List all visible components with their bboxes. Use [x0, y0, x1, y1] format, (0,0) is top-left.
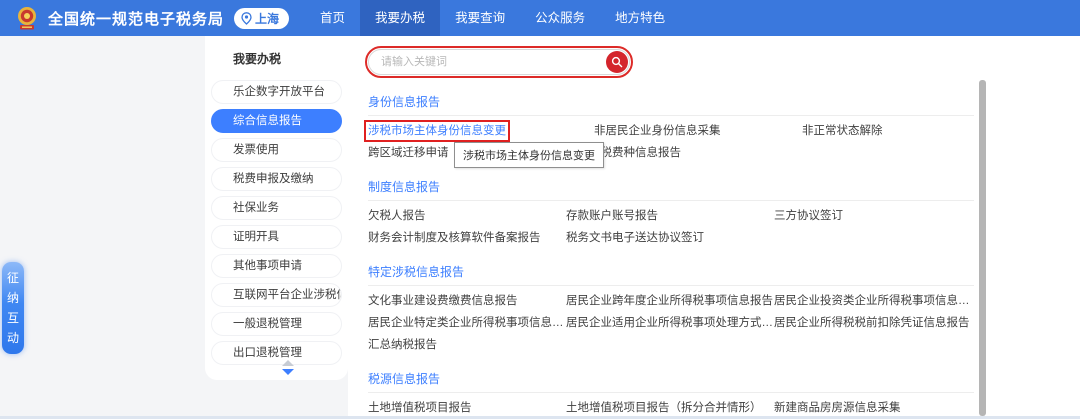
service-link[interactable]: 欠税人报告	[368, 209, 566, 223]
service-link[interactable]: 非正常状态解除	[802, 124, 974, 138]
sidebar-item-other-matters[interactable]: 其他事项申请	[211, 254, 342, 278]
section-title: 税源信息报告	[368, 373, 974, 386]
side-tab-char: 动	[7, 328, 19, 348]
service-link[interactable]: 三方协议签订	[774, 209, 974, 223]
chevron-up-icon	[282, 360, 294, 366]
sidebar-menu: 我要办税 乐企数字开放平台 综合信息报告 发票使用 税费申报及缴纳 社保业务 证…	[205, 36, 348, 380]
section-tax-source-info: 税源信息报告 土地增值税项目报告 土地增值税项目报告（拆分合并情形） 新建商品房…	[368, 373, 974, 419]
search-icon	[611, 56, 623, 68]
interaction-side-tab[interactable]: 征 纳 互 动	[2, 262, 24, 354]
service-link[interactable]: 居民企业跨年度企业所得税事项信息报告	[566, 294, 774, 308]
sidebar-item-export-refund[interactable]: 出口退税管理	[211, 341, 342, 365]
service-link[interactable]: 土地增值税项目报告（拆分合并情形）	[566, 401, 774, 415]
main-nav: 首页 我要办税 我要查询 公众服务 地方特色	[305, 0, 680, 36]
search-input[interactable]	[368, 49, 630, 75]
service-link[interactable]: 居民企业特定类企业所得税事项信息报告	[368, 316, 566, 330]
sidebar-item-certificate-issuance[interactable]: 证明开具	[211, 225, 342, 249]
sidebar-expand-toggle[interactable]	[282, 360, 296, 375]
sidebar-item-leqi-platform[interactable]: 乐企数字开放平台	[211, 80, 342, 104]
service-link[interactable]: 居民企业投资类企业所得税事项信息报告	[774, 294, 974, 308]
sidebar-title: 我要办税	[211, 48, 342, 75]
section-divider	[368, 200, 974, 201]
service-link[interactable]: 居民企业适用企业所得税事项处理方式信息报...	[566, 316, 774, 330]
section-title: 特定涉税信息报告	[368, 266, 974, 279]
location-label: 上海	[255, 10, 279, 27]
service-link[interactable]: 土地增值税项目报告	[368, 401, 566, 415]
sidebar-item-invoice-use[interactable]: 发票使用	[211, 138, 342, 162]
vertical-scrollbar[interactable]	[979, 80, 986, 416]
location-selector[interactable]: 上海	[234, 8, 289, 29]
side-tab-char: 纳	[7, 288, 19, 308]
service-link[interactable]: 存款账户账号报告	[566, 209, 774, 223]
section-divider	[368, 285, 974, 286]
service-link[interactable]: 财务会计制度及核算软件备案报告	[368, 231, 566, 245]
sidebar-item-comprehensive-info-report[interactable]: 综合信息报告	[211, 109, 342, 133]
section-title: 身份信息报告	[368, 96, 974, 109]
search-box-annotated	[368, 49, 630, 75]
search-button[interactable]	[606, 51, 628, 73]
app-title: 全国统一规范电子税务局	[48, 8, 224, 29]
section-divider	[368, 392, 974, 393]
service-link[interactable]: 非居民企业身份信息采集	[594, 124, 802, 138]
service-link[interactable]: 税务文书电子送达协议签订	[566, 231, 774, 245]
nav-item-local-features[interactable]: 地方特色	[600, 0, 680, 36]
side-tab-char: 征	[7, 268, 19, 288]
nav-item-home[interactable]: 首页	[305, 0, 360, 36]
section-divider	[368, 115, 974, 116]
service-link[interactable]: 居民企业所得税税前扣除凭证信息报告	[774, 316, 974, 330]
nav-item-tax-handling[interactable]: 我要办税	[360, 0, 440, 36]
sidebar-item-tax-declaration-payment[interactable]: 税费申报及缴纳	[211, 167, 342, 191]
sidebar-item-internet-platform-tax-info[interactable]: 互联网平台企业涉税信息报送	[211, 283, 342, 307]
service-link[interactable]: 新建商品房房源信息采集	[774, 401, 974, 415]
tax-emblem-logo	[14, 5, 40, 31]
section-title: 制度信息报告	[368, 181, 974, 194]
sidebar-item-general-refund[interactable]: 一般退税管理	[211, 312, 342, 336]
service-link[interactable]: 文化事业建设费缴费信息报告	[368, 294, 566, 308]
service-link-highlighted[interactable]: 涉税市场主体身份信息变更	[368, 124, 506, 138]
top-navbar: 全国统一规范电子税务局 上海 首页 我要办税 我要查询 公众服务 地方特色	[0, 0, 1080, 36]
service-link[interactable]: 汇总纳税报告	[368, 338, 566, 352]
section-specific-tax-info: 特定涉税信息报告 文化事业建设费缴费信息报告 居民企业跨年度企业所得税事项信息报…	[368, 266, 974, 352]
main-content: 身份信息报告 涉税市场主体身份信息变更 非居民企业身份信息采集 非正常状态解除 …	[348, 36, 980, 419]
chevron-down-icon	[282, 369, 294, 375]
section-system-info: 制度信息报告 欠税人报告 存款账户账号报告 三方协议签订 财务会计制度及核算软件…	[368, 181, 974, 245]
nav-item-public-service[interactable]: 公众服务	[520, 0, 600, 36]
side-tab-char: 互	[7, 308, 19, 328]
location-pin-icon	[241, 12, 252, 25]
link-tooltip: 涉税市场主体身份信息变更	[454, 142, 604, 168]
nav-item-query[interactable]: 我要查询	[440, 0, 520, 36]
sidebar-item-social-security[interactable]: 社保业务	[211, 196, 342, 220]
